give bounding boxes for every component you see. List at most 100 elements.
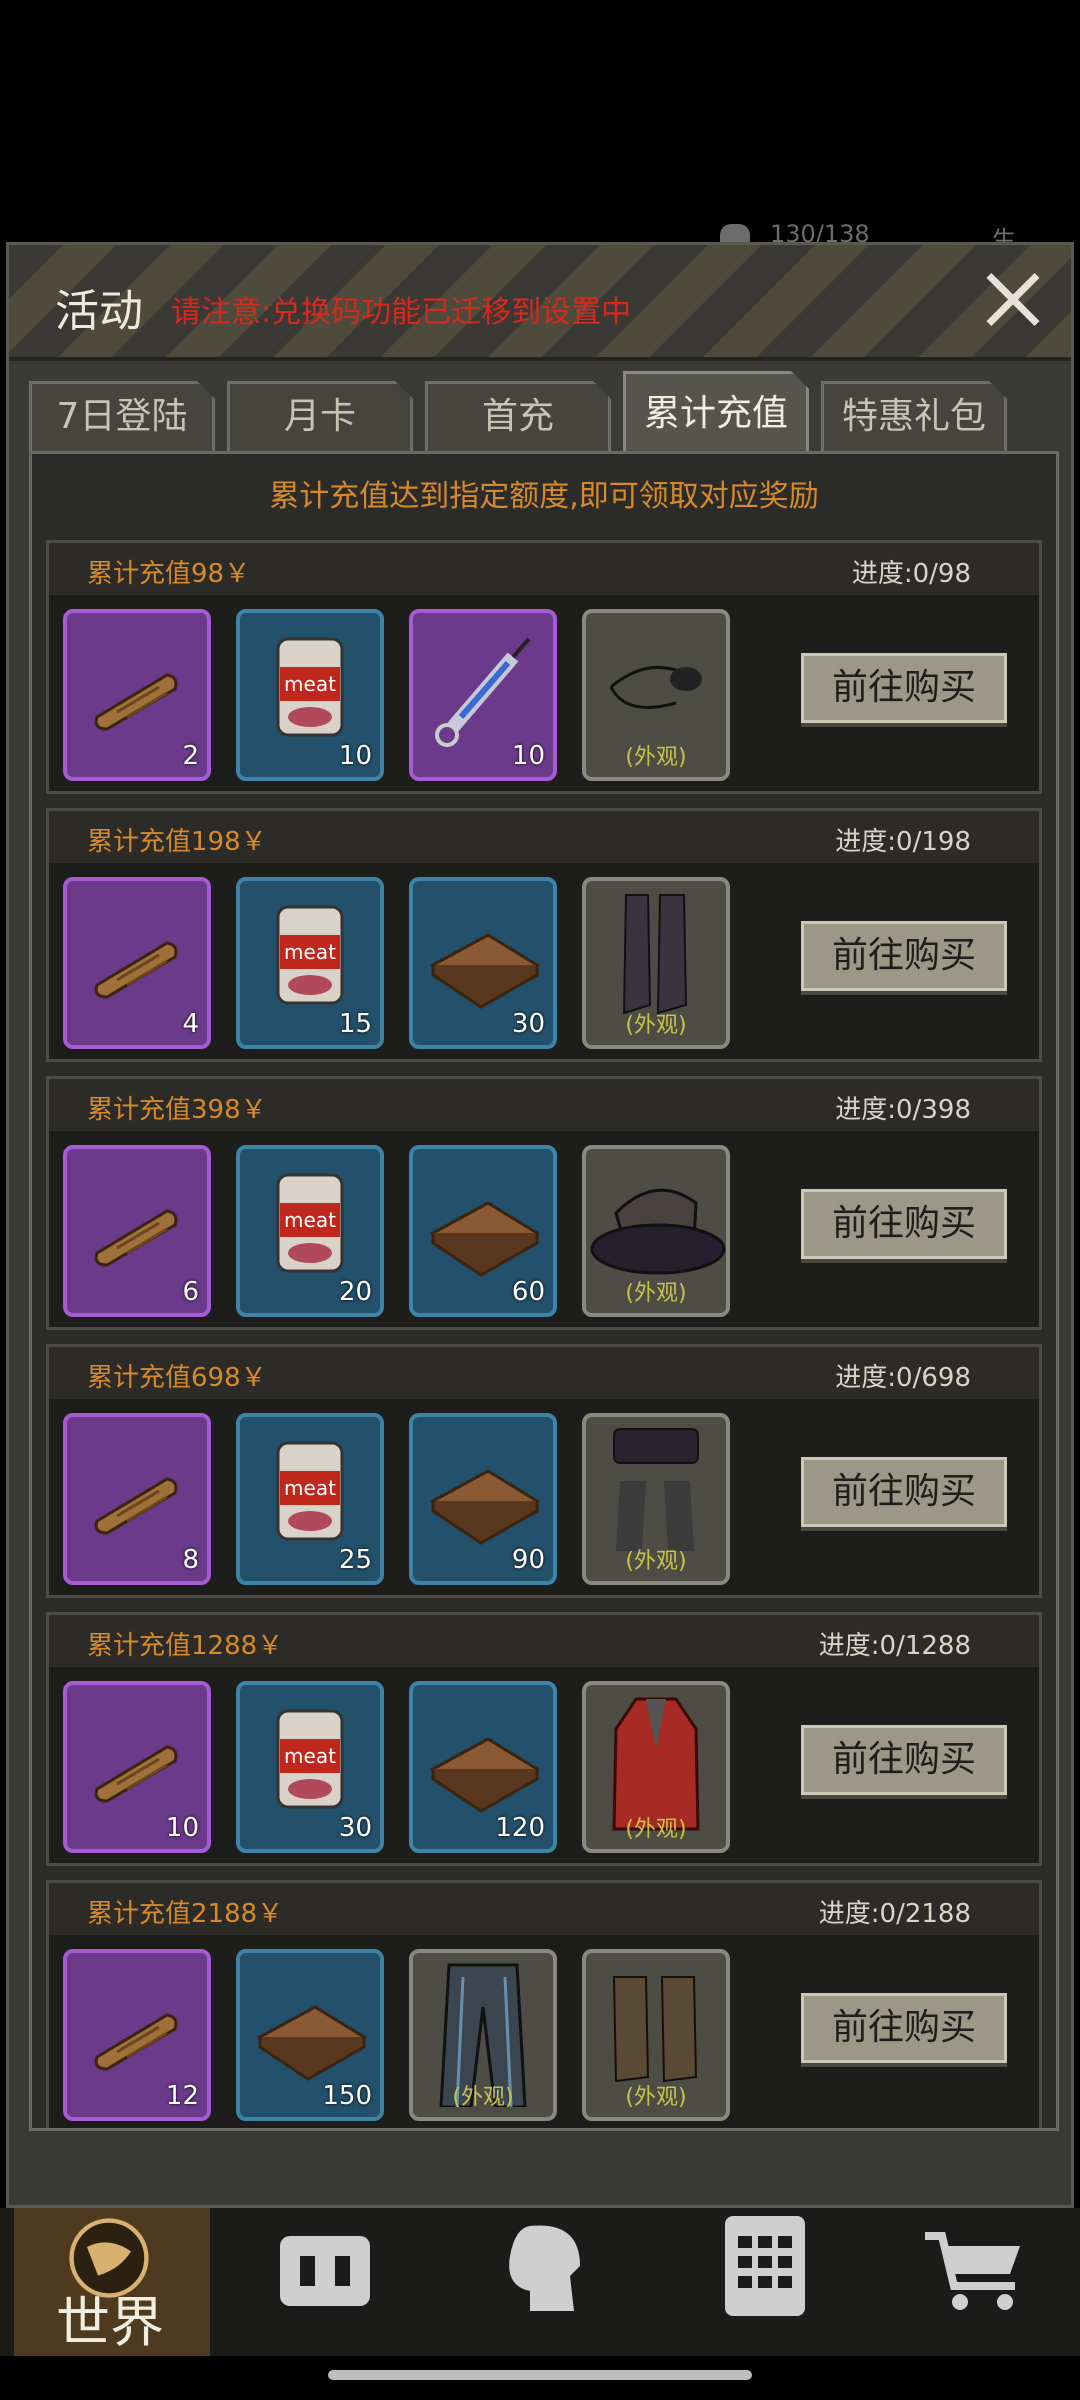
tier-header: 累计充值198￥ 进度:0/198 [49,811,1039,863]
head-icon[interactable] [490,2216,600,2316]
svg-text:meat: meat [284,1476,336,1500]
tier-title: 累计充值2188￥ [87,1899,284,1929]
tier-header: 累计充值2188￥ 进度:0/2188 [49,1883,1039,1935]
reward-item-slot[interactable]: meat 25 [236,1413,384,1585]
item-quantity: 90 [511,1545,545,1575]
tier-header: 累计充值98￥ 进度:0/98 [49,543,1039,595]
notice-text: 请注意:兑换码功能已迁移到设置中 [171,295,632,330]
tab-first-recharge[interactable]: 首充 [425,381,611,451]
item-quantity: 60 [511,1277,545,1307]
reward-item-slot[interactable]: 10 [409,609,557,781]
tier-progress: 进度:0/2188 [818,1899,971,1929]
nav-world[interactable]: 世界 [14,2208,210,2356]
svg-text:meat: meat [284,1208,336,1232]
go-buy-button[interactable]: 前往购买 [801,1189,1007,1259]
reward-tier-card: 累计充值1288￥ 进度:0/1288 10 meat 30 120 (外观) 前往购买 [46,1612,1042,1866]
tier-header: 累计充值398￥ 进度:0/398 [49,1079,1039,1131]
reward-tier-card: 累计充值398￥ 进度:0/398 6 meat 20 60 (外观) 前往购买 [46,1076,1042,1330]
go-buy-button[interactable]: 前往购买 [801,653,1007,723]
tab-7day-login[interactable]: 7日登陆 [29,381,215,451]
item-quantity: 150 [322,2081,372,2111]
tier-title: 累计充值1288￥ [87,1631,284,1661]
reward-item-slot[interactable]: (外观) [409,1949,557,2121]
reward-item-slot[interactable]: meat 30 [236,1681,384,1853]
tier-title: 累计充值98￥ [87,559,251,589]
item-quantity: 12 [165,2081,199,2111]
reward-item-slot[interactable]: (外观) [582,1145,730,1317]
reward-list[interactable]: 累计充值达到指定额度,即可领取对应奖励 累计充值98￥ 进度:0/98 2 meat 1… [29,451,1059,2131]
skin-label: (外观) [625,1013,687,1038]
item-quantity: 10 [511,741,545,771]
item-quantity: 4 [182,1009,199,1039]
reward-item-slot[interactable]: meat 20 [236,1145,384,1317]
reward-tier-card: 累计充值2188￥ 进度:0/2188 12 150 (外观) (外观) 前往购买 [46,1880,1042,2128]
skin-label: (外观) [625,1549,687,1574]
go-buy-button[interactable]: 前往购买 [801,1457,1007,1527]
tier-progress: 进度:0/398 [835,1095,971,1125]
skin-label: (外观) [625,2085,687,2110]
reward-tier-card: 累计充值198￥ 进度:0/198 4 meat 15 30 (外观) 前往购买 [46,808,1042,1062]
skin-label: (外观) [625,1817,687,1842]
skin-label: (外观) [625,745,687,770]
go-buy-button[interactable]: 前往购买 [801,921,1007,991]
item-quantity: 10 [165,1813,199,1843]
reward-tier-card: 累计充值698￥ 进度:0/698 8 meat 25 90 (外观) 前往购买 [46,1344,1042,1598]
reward-item-slot[interactable]: 2 [63,609,211,781]
item-quantity: 25 [338,1545,372,1575]
tier-header: 累计充值698￥ 进度:0/698 [49,1347,1039,1399]
item-quantity: 6 [182,1277,199,1307]
reward-item-slot[interactable]: 120 [409,1681,557,1853]
panel-title: 活动 [55,286,143,337]
tab-bar: 7日登陆 月卡 首充 累计充值 特惠礼包 [29,371,1069,453]
panel-header: 活动 请注意:兑换码功能已迁移到设置中 [9,245,1071,361]
go-buy-button[interactable]: 前往购买 [801,1993,1007,2063]
close-icon[interactable] [983,269,1043,329]
reward-item-slot[interactable]: (外观) [582,1681,730,1853]
go-buy-button[interactable]: 前往购买 [801,1725,1007,1795]
tier-progress: 进度:0/698 [835,1363,971,1393]
reward-item-slot[interactable]: 12 [63,1949,211,2121]
banner-text: 累计充值达到指定额度,即可领取对应奖励 [269,479,819,514]
svg-text:meat: meat [284,940,336,964]
item-quantity: 30 [338,1813,372,1843]
reward-item-slot[interactable]: (外观) [582,877,730,1049]
reward-item-slot[interactable]: 60 [409,1145,557,1317]
bottom-nav: 世界 [0,2208,1080,2356]
skin-label: (外观) [452,2085,514,2110]
item-quantity: 8 [182,1545,199,1575]
tab-monthly-card[interactable]: 月卡 [227,381,413,451]
item-quantity: 10 [338,741,372,771]
reward-item-slot[interactable]: 6 [63,1145,211,1317]
reward-item-slot[interactable]: 30 [409,877,557,1049]
tier-title: 累计充值698￥ [87,1363,267,1393]
svg-text:meat: meat [284,1744,336,1768]
backpack-icon[interactable] [270,2216,380,2316]
cart-icon[interactable] [920,2216,1030,2316]
item-quantity: 20 [338,1277,372,1307]
reward-item-slot[interactable]: (外观) [582,1413,730,1585]
tier-title: 累计充值198￥ [87,827,267,857]
tier-progress: 进度:0/98 [851,559,971,589]
home-indicator[interactable] [328,2370,752,2380]
reward-item-slot[interactable]: (外观) [582,1949,730,2121]
tier-progress: 进度:0/198 [835,827,971,857]
tier-progress: 进度:0/1288 [818,1631,971,1661]
reward-item-slot[interactable]: meat 10 [236,609,384,781]
tab-cumulative-recharge[interactable]: 累计充值 [623,371,809,455]
top-blank-area [0,0,1080,240]
tab-special-pack[interactable]: 特惠礼包 [821,381,1007,451]
reward-item-slot[interactable]: 90 [409,1413,557,1585]
tier-header: 累计充值1288￥ 进度:0/1288 [49,1615,1039,1667]
reward-item-slot[interactable]: (外观) [582,609,730,781]
reward-item-slot[interactable]: 8 [63,1413,211,1585]
reward-item-slot[interactable]: 150 [236,1949,384,2121]
reward-tier-card: 累计充值98￥ 进度:0/98 2 meat 10 10 (外观) 前往购买 [46,540,1042,794]
reward-item-slot[interactable]: 10 [63,1681,211,1853]
item-quantity: 15 [338,1009,372,1039]
item-quantity: 120 [495,1813,545,1843]
reward-item-slot[interactable]: 4 [63,877,211,1049]
reward-item-slot[interactable]: meat 15 [236,877,384,1049]
svg-text:meat: meat [284,672,336,696]
phone-icon[interactable] [710,2216,820,2316]
skin-label: (外观) [625,1281,687,1306]
